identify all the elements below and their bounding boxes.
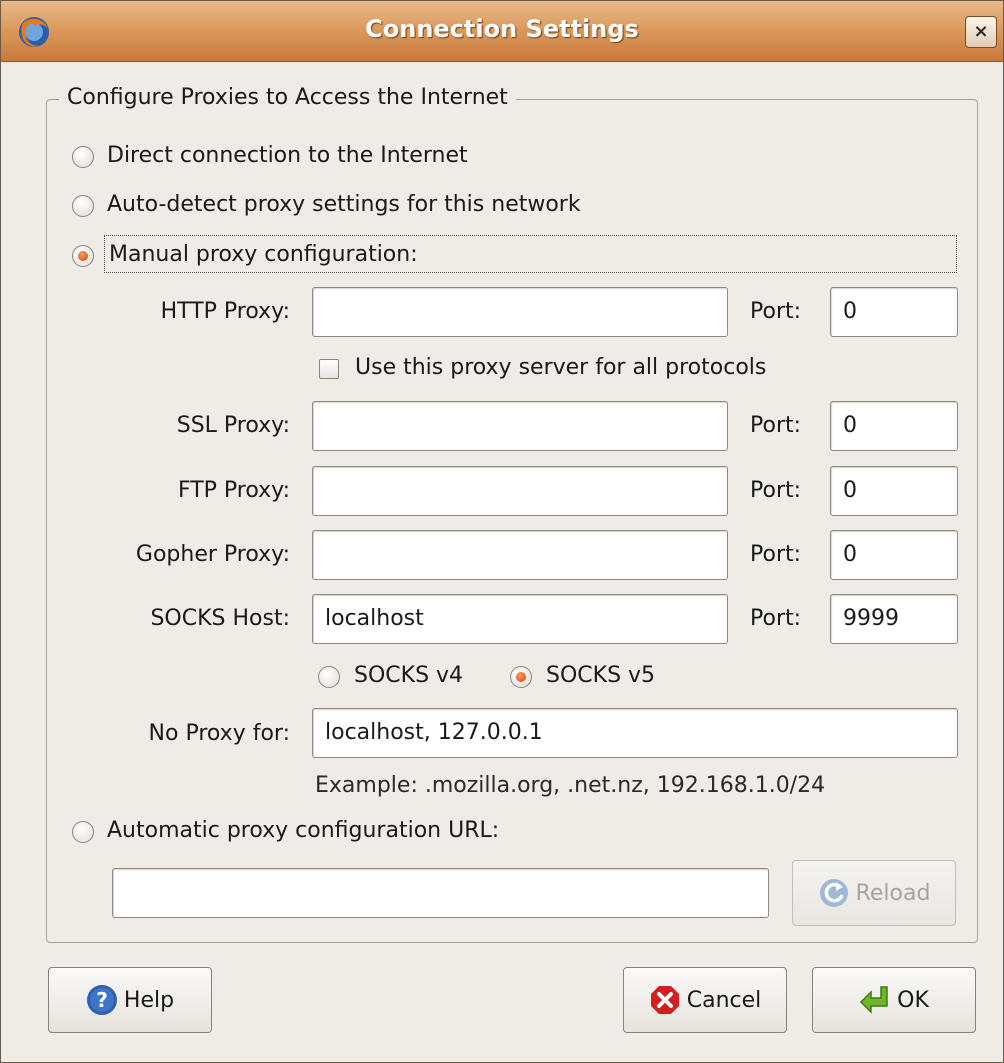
ftp-proxy-input[interactable] bbox=[312, 466, 728, 516]
proxy-config-frame bbox=[46, 99, 978, 943]
radio-socks-v4[interactable] bbox=[318, 666, 340, 688]
connection-settings-dialog: Connection Settings × Configure Proxies … bbox=[0, 0, 1004, 1063]
cancel-label: Cancel bbox=[686, 987, 762, 1013]
http-proxy-label: HTTP Proxy: bbox=[160, 299, 290, 324]
no-proxy-input[interactable]: localhost, 127.0.0.1 bbox=[312, 708, 958, 758]
ok-button[interactable]: OK bbox=[812, 967, 976, 1033]
help-icon: ? bbox=[86, 985, 117, 1015]
auto-config-url-label[interactable]: Automatic proxy configuration URL: bbox=[107, 818, 499, 843]
socks-host-label: SOCKS Host: bbox=[150, 606, 290, 631]
reload-label: Reload bbox=[855, 880, 931, 906]
use-for-all-label[interactable]: Use this proxy server for all protocols bbox=[355, 355, 766, 380]
ftp-port-label: Port: bbox=[750, 478, 802, 503]
http-port-label: Port: bbox=[750, 299, 802, 324]
ftp-port-input[interactable]: 0 bbox=[830, 466, 958, 516]
close-icon: × bbox=[973, 21, 989, 42]
radio-direct-connection[interactable] bbox=[72, 146, 94, 168]
ftp-proxy-label: FTP Proxy: bbox=[177, 478, 290, 503]
ssl-proxy-label: SSL Proxy: bbox=[176, 413, 290, 438]
gopher-port-label: Port: bbox=[750, 542, 802, 567]
cancel-icon bbox=[650, 986, 679, 1014]
use-for-all-checkbox[interactable] bbox=[319, 359, 339, 379]
title-bar[interactable]: Connection Settings × bbox=[1, 1, 1003, 62]
frame-legend: Configure Proxies to Access the Internet bbox=[59, 85, 516, 110]
cancel-button[interactable]: Cancel bbox=[623, 967, 787, 1033]
enter-icon bbox=[860, 986, 888, 1014]
radio-manual-proxy[interactable] bbox=[72, 245, 94, 267]
help-button[interactable]: ? Help bbox=[48, 967, 212, 1033]
gopher-proxy-label: Gopher Proxy: bbox=[135, 542, 290, 567]
window-title: Connection Settings bbox=[365, 15, 639, 43]
gopher-port-input[interactable]: 0 bbox=[830, 530, 958, 580]
reload-button[interactable]: Reload bbox=[792, 860, 956, 926]
socks-v4-label[interactable]: SOCKS v4 bbox=[354, 663, 463, 688]
no-proxy-label: No Proxy for: bbox=[148, 721, 290, 746]
ssl-port-label: Port: bbox=[750, 413, 802, 438]
socks-v5-label[interactable]: SOCKS v5 bbox=[546, 663, 655, 688]
radio-socks-v5[interactable] bbox=[510, 666, 532, 688]
ssl-proxy-input[interactable] bbox=[312, 401, 728, 451]
ok-label: OK bbox=[897, 987, 929, 1013]
ssl-port-input[interactable]: 0 bbox=[830, 401, 958, 451]
direct-connection-label[interactable]: Direct connection to the Internet bbox=[107, 143, 468, 168]
socks-port-label: Port: bbox=[750, 606, 802, 631]
socks-host-input[interactable]: localhost bbox=[312, 594, 728, 644]
no-proxy-example: Example: .mozilla.org, .net.nz, 192.168.… bbox=[315, 773, 826, 798]
help-label: Help bbox=[123, 987, 175, 1013]
auto-config-url-input[interactable] bbox=[112, 868, 769, 918]
socks-port-input[interactable]: 9999 bbox=[830, 594, 958, 644]
svg-text:?: ? bbox=[96, 988, 108, 1012]
reload-icon bbox=[819, 879, 848, 907]
close-button[interactable]: × bbox=[965, 16, 997, 48]
gopher-proxy-input[interactable] bbox=[312, 530, 728, 580]
http-proxy-input[interactable] bbox=[312, 287, 728, 337]
http-port-input[interactable]: 0 bbox=[830, 287, 958, 337]
radio-auto-config-url[interactable] bbox=[72, 821, 94, 843]
auto-detect-label[interactable]: Auto-detect proxy settings for this netw… bbox=[107, 192, 581, 217]
manual-proxy-label[interactable]: Manual proxy configuration: bbox=[109, 242, 418, 267]
radio-auto-detect[interactable] bbox=[72, 195, 94, 217]
